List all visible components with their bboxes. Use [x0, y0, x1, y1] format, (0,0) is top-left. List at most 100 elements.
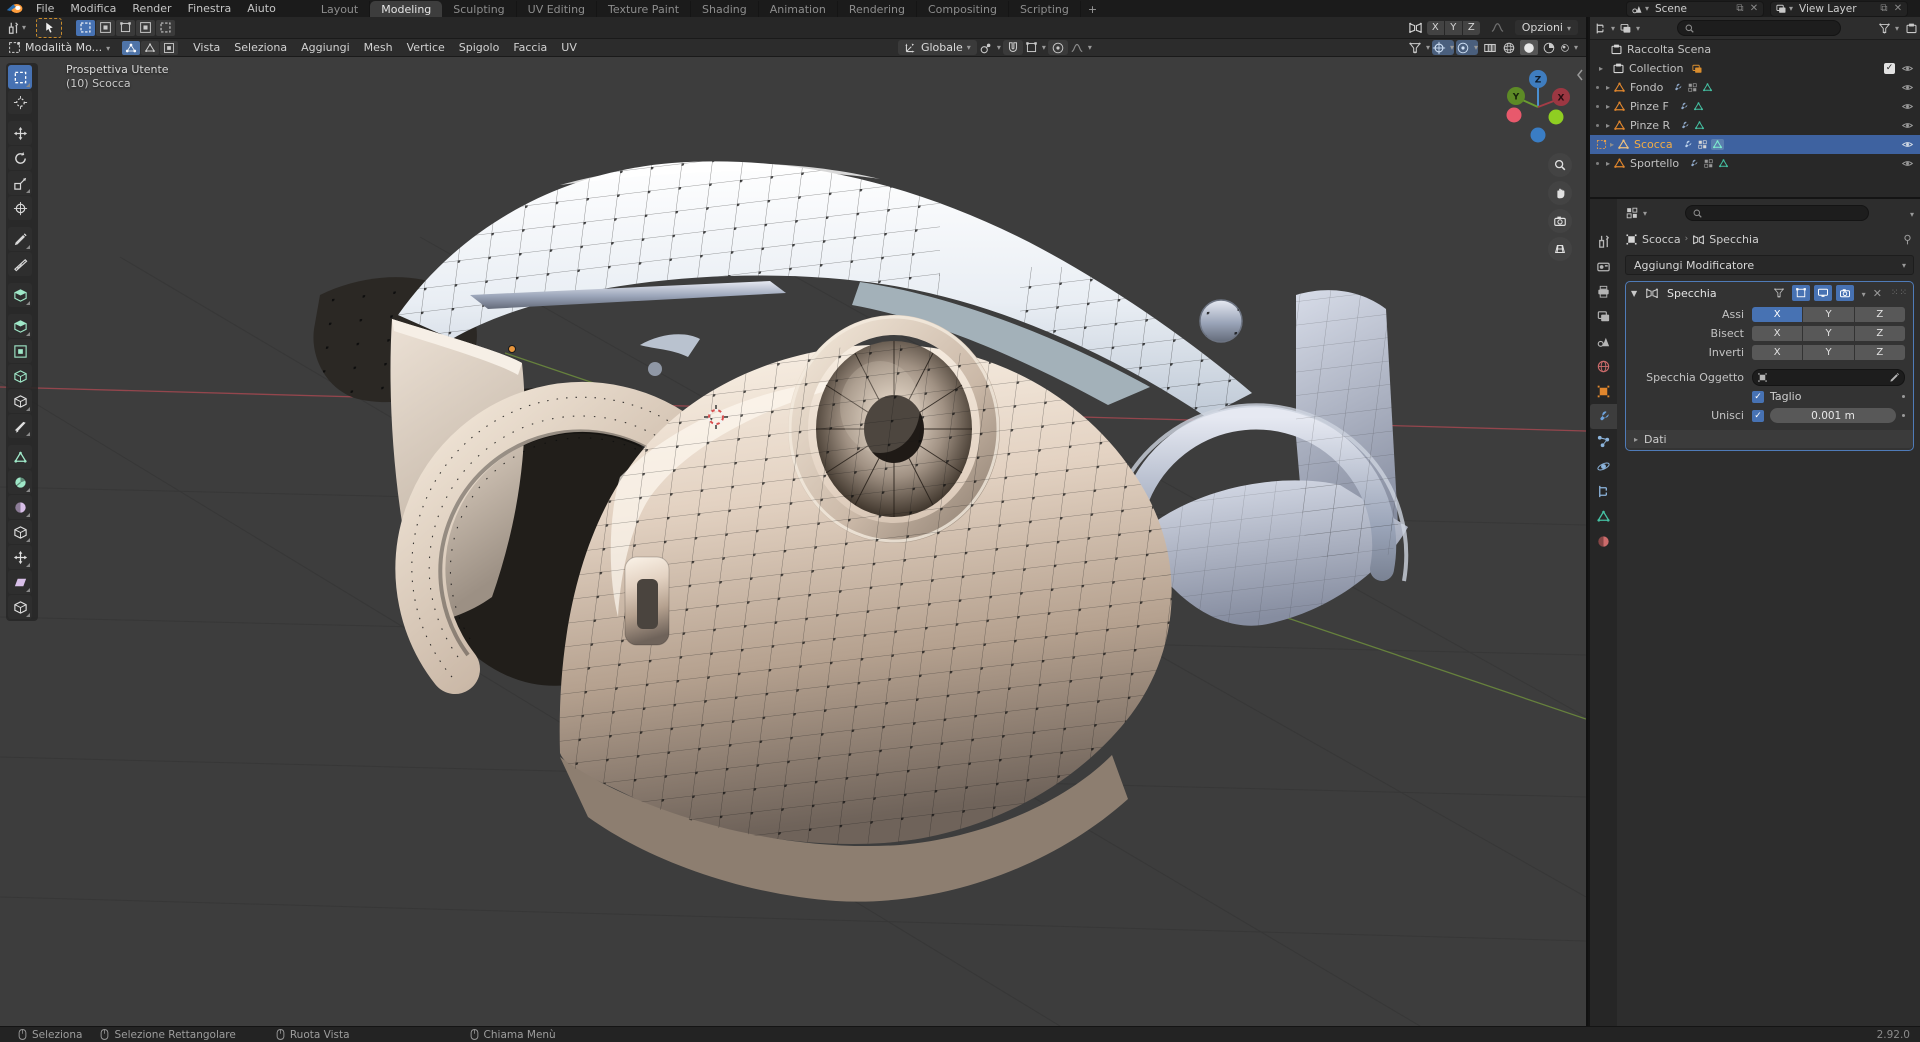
face-select-mode[interactable] [160, 40, 179, 55]
outliner-filter[interactable] [1878, 22, 1899, 35]
proportional-edit-toggle[interactable] [1047, 40, 1068, 55]
modifier-stack-icon[interactable] [1702, 158, 1715, 169]
tab-tool[interactable] [1590, 229, 1617, 254]
tool-inset-faces[interactable] [8, 339, 32, 363]
workspace-tab-sculpting[interactable]: Sculpting [442, 1, 517, 17]
tool-smooth[interactable] [8, 495, 32, 519]
remove-view-layer-button[interactable]: ✕ [1891, 3, 1905, 15]
tool-loop-cut[interactable] [8, 389, 32, 413]
tool-shear[interactable] [8, 570, 32, 594]
outliner-search[interactable] [1677, 20, 1841, 36]
modifier-stack-icon[interactable] [1696, 139, 1709, 150]
modifier-wrench-icon[interactable] [1678, 120, 1691, 131]
tweak-falloff-icon[interactable] [1490, 20, 1505, 35]
ortho-toggle-button[interactable] [1548, 237, 1572, 261]
bisect-y-toggle[interactable]: Y [1803, 326, 1854, 341]
workspace-tab-animation[interactable]: Animation [759, 1, 838, 17]
menu-modifica[interactable]: Modifica [62, 0, 124, 17]
modifier-wrench-icon[interactable] [1681, 139, 1694, 150]
tab-modifiers[interactable] [1590, 404, 1617, 429]
tab-render[interactable] [1590, 254, 1617, 279]
menu-faccia[interactable]: Faccia [506, 40, 554, 55]
mesh-data-icon[interactable] [1710, 139, 1724, 150]
workspace-tab-modeling[interactable]: Modeling [370, 1, 443, 17]
tool-rotate[interactable] [8, 146, 32, 170]
outliner-row-pinze-f[interactable]: ▸ Pinze F [1590, 97, 1920, 116]
active-tool-button[interactable] [36, 17, 63, 38]
menu-aggiungi[interactable]: Aggiungi [294, 40, 357, 55]
unlink-scene-button[interactable]: ✕ [1747, 3, 1761, 15]
new-scene-button[interactable]: ⧉ [1733, 3, 1747, 15]
workspace-tab-rendering[interactable]: Rendering [838, 1, 917, 17]
pan-button[interactable] [1548, 181, 1572, 205]
camera-view-button[interactable] [1548, 209, 1572, 233]
outliner-editor-type[interactable] [1594, 22, 1615, 35]
overlays-dropdown[interactable] [1455, 40, 1478, 55]
blender-logo[interactable] [6, 2, 24, 15]
visibility-filter-dropdown[interactable] [1408, 40, 1430, 55]
menu-file[interactable]: File [28, 0, 62, 17]
breadcrumb-object[interactable]: Scocca [1642, 233, 1681, 246]
mirror-y-toggle[interactable]: Y [1444, 20, 1462, 35]
tool-shrink-fatten[interactable] [8, 545, 32, 569]
edge-select-mode[interactable] [141, 40, 160, 55]
menu-mesh[interactable]: Mesh [357, 40, 400, 55]
mesh-data-icon[interactable] [1717, 158, 1730, 169]
tool-transform[interactable] [8, 196, 32, 220]
outliner-row-fondo[interactable]: ▸ Fondo [1590, 78, 1920, 97]
mesh-data-icon[interactable] [1693, 120, 1706, 131]
add-modifier-dropdown[interactable]: Aggiungi Modificatore [1625, 255, 1914, 275]
expand-arrow[interactable]: ▸ [1603, 102, 1613, 111]
workspace-tab-compositing[interactable]: Compositing [917, 1, 1009, 17]
tab-object-data[interactable] [1590, 504, 1617, 529]
sidebar-collapse-arrow[interactable] [1576, 69, 1584, 81]
delete-modifier-button[interactable]: ✕ [1870, 287, 1885, 300]
workspace-tab-scripting[interactable]: Scripting [1009, 1, 1081, 17]
mirror-x-toggle[interactable]: X [1426, 20, 1444, 35]
axis-z-toggle[interactable]: Z [1854, 307, 1905, 322]
data-subpanel-header[interactable]: ▸ Dati [1626, 430, 1913, 448]
xray-toggle[interactable] [1480, 40, 1500, 55]
tool-select-box[interactable] [8, 65, 32, 89]
expand-arrow[interactable]: ▸ [1596, 64, 1606, 73]
tab-scene[interactable] [1590, 329, 1617, 354]
display-viewport-toggle[interactable] [1813, 285, 1832, 301]
axis-y-toggle[interactable]: Y [1803, 307, 1854, 322]
eye-icon[interactable] [1901, 81, 1914, 94]
eye-icon[interactable] [1901, 62, 1914, 75]
outliner-row-pinze-r[interactable]: ▸ Pinze R [1590, 116, 1920, 135]
tab-output[interactable] [1590, 279, 1617, 304]
workspace-tab-texture-paint[interactable]: Texture Paint [597, 1, 692, 17]
pivot-point-dropdown[interactable] [979, 40, 1001, 55]
tab-particles[interactable] [1590, 429, 1617, 454]
properties-search[interactable] [1684, 205, 1869, 221]
expand-arrow[interactable]: ▸ [1603, 83, 1613, 92]
expand-arrow[interactable]: ▸ [1607, 140, 1617, 149]
tool-measure[interactable] [8, 252, 32, 276]
3d-viewport[interactable]: Prospettiva Utente (10) Scocca Z Y X [0, 57, 1586, 1026]
gizmos-dropdown[interactable] [1431, 40, 1454, 55]
menu-spigolo[interactable]: Spigolo [452, 40, 507, 55]
workspace-tab-layout[interactable]: Layout [310, 1, 371, 17]
tool-move[interactable] [8, 121, 32, 145]
options-dropdown[interactable]: Opzioni [1514, 20, 1578, 35]
tool-add-cube[interactable] [8, 283, 32, 307]
menu-seleziona[interactable]: Seleziona [227, 40, 294, 55]
merge-threshold-field[interactable]: 0.001 m [1770, 408, 1896, 423]
menu-uv[interactable]: UV [554, 40, 584, 55]
outliner-row-sportello[interactable]: ▸ Sportello [1590, 154, 1920, 173]
shading-wireframe[interactable] [1500, 40, 1518, 55]
axis-x-toggle[interactable]: X [1752, 307, 1803, 322]
flip-z-toggle[interactable]: Z [1854, 345, 1905, 360]
properties-options[interactable] [1906, 207, 1914, 220]
shading-material[interactable] [1540, 40, 1558, 55]
outliner-row-scocca[interactable]: ▸ Scocca [1590, 135, 1920, 154]
display-render-toggle[interactable] [1835, 285, 1854, 301]
scene-name[interactable]: Scene [1649, 3, 1733, 15]
new-view-layer-button[interactable]: ⧉ [1877, 3, 1891, 15]
menu-vista[interactable]: Vista [186, 40, 227, 55]
menu-render[interactable]: Render [124, 0, 179, 17]
eye-icon[interactable] [1901, 119, 1914, 132]
tool-poly-build[interactable] [8, 445, 32, 469]
mirror-z-toggle[interactable]: Z [1462, 20, 1480, 35]
